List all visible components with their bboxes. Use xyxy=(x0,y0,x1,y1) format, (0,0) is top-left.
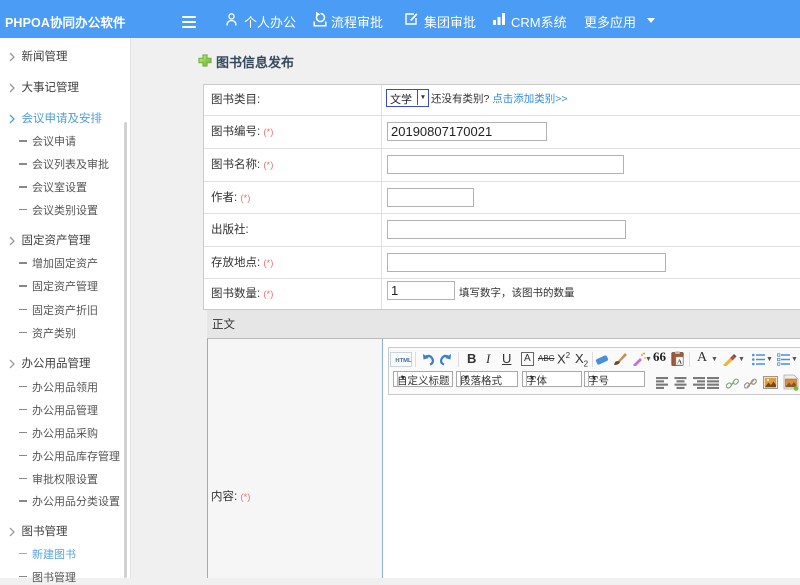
svg-text:A: A xyxy=(677,359,682,366)
